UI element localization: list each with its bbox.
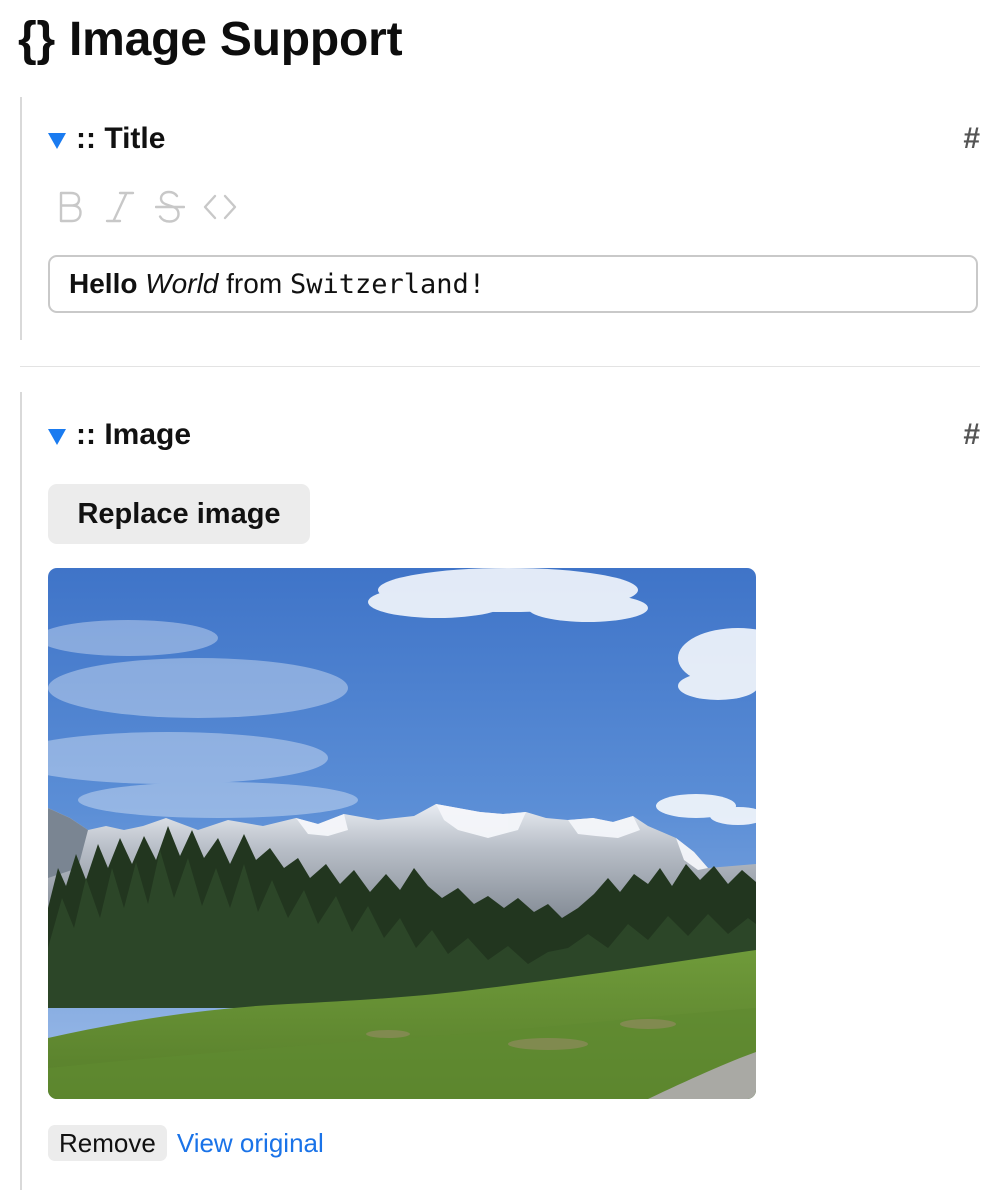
- bold-icon: [59, 191, 82, 223]
- remove-button[interactable]: Remove: [48, 1125, 167, 1161]
- triangle-down-icon[interactable]: [48, 132, 66, 149]
- title-field: :: Title # Hello World from Switzerland!: [20, 97, 980, 340]
- view-original-link[interactable]: View original: [177, 1128, 324, 1159]
- title-field-header[interactable]: :: Title #: [48, 119, 980, 159]
- italic-button[interactable]: [102, 187, 138, 227]
- image-field-header[interactable]: :: Image #: [48, 415, 980, 455]
- page-title-text: Image Support: [68, 13, 403, 66]
- triangle-down-icon[interactable]: [48, 428, 66, 445]
- image-anchor-link[interactable]: #: [963, 418, 980, 452]
- image-field-label: :: Image: [76, 418, 192, 451]
- code-text: Switzerland!: [289, 268, 486, 300]
- plain-text: from: [226, 268, 283, 299]
- bold-text: Hello: [69, 268, 138, 299]
- mountain-landscape-photo: [48, 568, 756, 1099]
- bold-button[interactable]: [52, 187, 88, 227]
- strikethrough-button[interactable]: [152, 187, 188, 227]
- title-anchor-link[interactable]: #: [963, 122, 980, 156]
- replace-image-button[interactable]: Replace image: [48, 484, 310, 544]
- title-field-label: :: Title: [76, 122, 166, 155]
- image-actions: Remove View original: [48, 1125, 324, 1161]
- formatting-toolbar: [52, 185, 238, 229]
- image-preview: [48, 568, 756, 1099]
- page-title: {} Image Support: [18, 8, 403, 72]
- field-divider: [20, 366, 980, 367]
- title-text-input[interactable]: Hello World from Switzerland!: [48, 255, 978, 313]
- italic-icon: [105, 191, 135, 223]
- italic-text: World: [145, 268, 219, 299]
- code-button[interactable]: [202, 187, 238, 227]
- strikethrough-icon: [155, 190, 185, 223]
- image-field: :: Image # Replace image Remove View ori…: [20, 392, 980, 1190]
- braces-icon: {}: [18, 13, 55, 66]
- code-icon: [203, 194, 237, 220]
